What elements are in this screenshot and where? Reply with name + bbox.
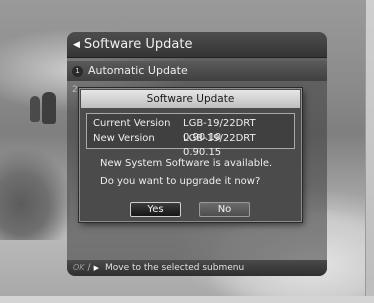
background-figure [30, 96, 40, 122]
menu-title-bar: ◀ Software Update [67, 32, 327, 58]
screen-bezel-bottom [0, 296, 374, 303]
current-version-label: Current Version [93, 118, 171, 129]
yes-button[interactable]: Yes [130, 202, 181, 217]
background-rock [0, 150, 70, 240]
software-update-dialog: Software Update Current Version LGB-19/2… [79, 88, 302, 222]
right-triangle-icon: ▶ [93, 264, 99, 272]
dialog-message: New System Software is available. Do you… [100, 155, 300, 191]
help-separator: / [87, 263, 91, 273]
no-button[interactable]: No [199, 202, 250, 217]
new-version-row: New Version LGB-19/22DRT 0.90.15 [93, 132, 291, 158]
menu-item-number: 2 [72, 85, 78, 95]
menu-item-label: Automatic Update [88, 64, 188, 77]
menu-title: Software Update [83, 36, 193, 52]
message-line: New System Software is available. [100, 158, 273, 169]
message-line: Do you want to upgrade it now? [100, 176, 261, 187]
new-version-label: New Version [93, 133, 155, 144]
screen-bezel-right [365, 0, 374, 303]
menu-item-number: 1 [72, 65, 83, 77]
help-bar: OK / ▶ Move to the selected submenu [67, 260, 327, 276]
version-info-box: Current Version LGB-19/22DRT 0.90.10 New… [86, 113, 295, 158]
menu-item-automatic-update[interactable]: 1 Automatic Update [67, 61, 327, 81]
help-text: Move to the selected submenu [104, 263, 245, 273]
dialog-title: Software Update [81, 90, 300, 108]
current-version-row: Current Version LGB-19/22DRT 0.90.10 [93, 117, 291, 143]
background-figure [42, 92, 56, 124]
tv-screen: ◀ Software Update 1 Automatic Update 2 S… [0, 0, 365, 296]
left-triangle-icon[interactable]: ◀ [73, 32, 80, 58]
ok-key-icon: OK [73, 263, 85, 272]
